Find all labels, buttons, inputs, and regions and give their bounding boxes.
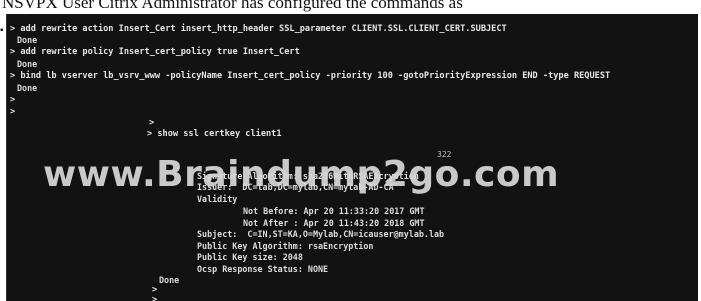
watermark-text: www.Braindump2go.com (43, 154, 560, 195)
terminal-line: > (152, 285, 158, 295)
terminal-line: Public Key Algorithm: rsaEncryption (197, 241, 374, 251)
terminal-line: Done (17, 59, 38, 69)
terminal-line: Ocsp Response Status: NONE (197, 264, 329, 274)
terminal-line: > (10, 95, 16, 105)
header-text-strip: NSVPX User Citrix Administrator has conf… (0, 0, 701, 14)
terminal-line: > add rewrite action Insert_Cert insert_… (10, 24, 507, 34)
terminal-line: > (152, 295, 158, 301)
terminal-line: Not Before: Apr 20 11:33:20 2017 GMT (243, 206, 425, 216)
terminal-line: Done (17, 83, 38, 93)
terminal-line: Subject: C=IN,ST=KA,O=Mylab,CN=icauser@m… (197, 229, 445, 239)
terminal-line: Not After : Apr 20 11:43:20 2018 GMT (243, 218, 425, 228)
terminal-window: > add rewrite action Insert_Cert insert_… (6, 14, 698, 301)
terminal-line: Validity (197, 194, 238, 204)
terminal-line: Done (159, 275, 180, 285)
terminal-line: > show ssl certkey client1 (147, 129, 282, 139)
header-text: NSVPX User Citrix Administrator has conf… (2, 0, 463, 12)
terminal-line: > bind lb vserver lb_vsrv_www -policyNam… (10, 71, 611, 81)
terminal-line: > (10, 107, 16, 117)
terminal-line: > (149, 118, 155, 128)
terminal-line: Done (17, 35, 38, 45)
terminal-line: Public Key size: 2048 (197, 252, 303, 262)
terminal-line: > add rewrite policy Insert_cert_policy … (10, 47, 300, 57)
